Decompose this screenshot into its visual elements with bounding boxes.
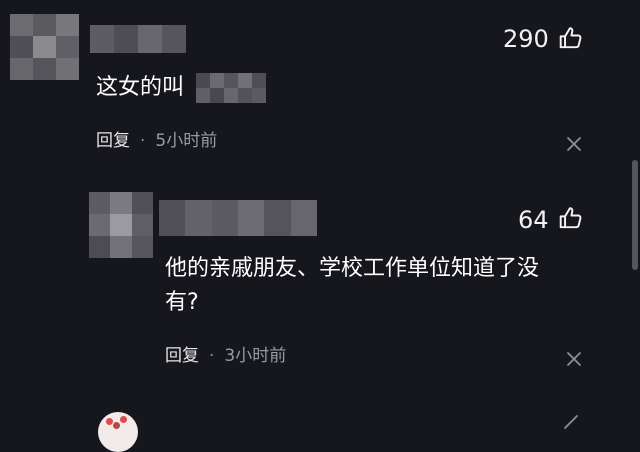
avatar[interactable] [10,14,79,80]
thumbs-up-icon[interactable] [558,205,584,231]
like-count: 64 [518,206,549,234]
comment-meta: 回复 · 5小时前 [96,133,217,150]
thumbs-up-icon[interactable] [558,25,584,51]
comment-meta: 回复 · 3小时前 [165,348,286,365]
scrollbar[interactable] [632,160,638,270]
comment-text-line-2: 有? [165,290,199,315]
separator: · [209,346,215,366]
username-redacted[interactable] [159,200,317,236]
reply-button[interactable]: 回复 [165,348,199,365]
close-icon[interactable] [565,135,583,153]
comment-text-line-1: 他的亲戚朋友、学校工作单位知道了没 [165,256,540,281]
username-redacted[interactable] [90,25,186,53]
timestamp: 3小时前 [224,346,287,366]
like-count: 290 [503,25,549,53]
redacted-text [196,73,266,103]
separator: · [140,131,146,151]
avatar[interactable] [98,412,138,452]
avatar[interactable] [89,192,153,258]
comment-text: 这女的叫 [96,75,185,100]
reply-button[interactable]: 回复 [96,133,130,150]
timestamp: 5小时前 [155,131,218,151]
close-icon[interactable] [565,350,583,368]
more-icon[interactable] [563,414,579,430]
